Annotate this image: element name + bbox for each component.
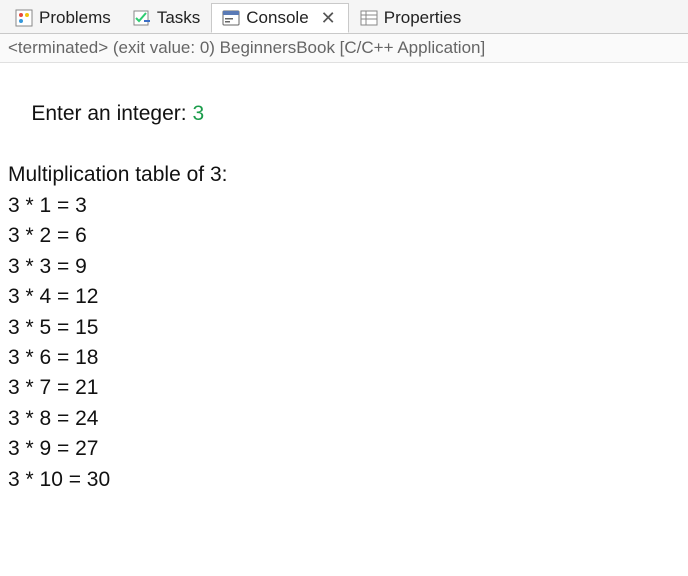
- table-row: 3 * 5 = 15: [8, 313, 680, 343]
- tab-label: Problems: [39, 8, 111, 28]
- table-row: 3 * 6 = 18: [8, 343, 680, 373]
- table-row: 3 * 10 = 30: [8, 465, 680, 495]
- table-row: 3 * 4 = 12: [8, 282, 680, 312]
- tab-console[interactable]: Console ✕: [211, 3, 348, 33]
- table-row: 3 * 8 = 24: [8, 404, 680, 434]
- tab-label: Properties: [384, 8, 461, 28]
- properties-icon: [360, 9, 378, 27]
- prompt-line: Enter an integer: 3: [8, 69, 680, 160]
- close-icon[interactable]: ✕: [319, 9, 338, 27]
- table-header: Multiplication table of 3:: [8, 160, 680, 190]
- console-icon: [222, 9, 240, 27]
- tab-label: Tasks: [157, 8, 200, 28]
- user-input: 3: [192, 102, 204, 125]
- table-row: 3 * 3 = 9: [8, 252, 680, 282]
- table-row: 3 * 9 = 27: [8, 434, 680, 464]
- problems-icon: [15, 9, 33, 27]
- table-row: 3 * 1 = 3: [8, 191, 680, 221]
- tab-tasks[interactable]: Tasks: [122, 3, 211, 32]
- view-tab-bar: Problems Tasks Console ✕ Properties: [0, 0, 688, 34]
- table-row: 3 * 7 = 21: [8, 373, 680, 403]
- prompt-label: Enter an integer:: [31, 102, 192, 125]
- tab-label: Console: [246, 8, 308, 28]
- tasks-icon: [133, 9, 151, 27]
- console-status: <terminated> (exit value: 0) BeginnersBo…: [0, 34, 688, 63]
- tab-problems[interactable]: Problems: [4, 3, 122, 32]
- table-row: 3 * 2 = 6: [8, 221, 680, 251]
- console-output[interactable]: Enter an integer: 3 Multiplication table…: [0, 63, 688, 501]
- tab-properties[interactable]: Properties: [349, 3, 472, 32]
